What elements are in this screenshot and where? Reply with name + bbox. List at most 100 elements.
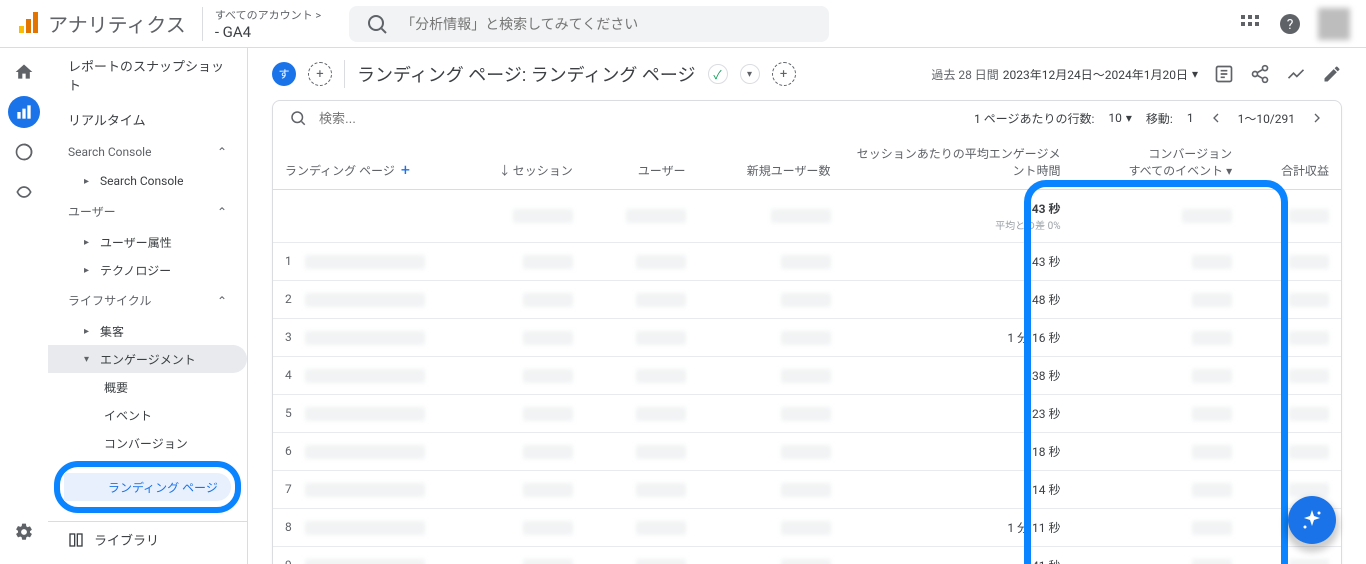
side-nav: レポートのスナップショット リアルタイム Search Console⌃ ▸Se… [48,48,248,564]
nav-snapshot[interactable]: レポートのスナップショット [48,48,247,102]
add-segment-button[interactable]: + [308,62,332,86]
chevron-right-icon[interactable] [1309,110,1325,126]
table-row[interactable]: 8 1 分 11 秒 [273,509,1341,547]
divider [344,60,345,88]
sparkle-icon [1300,508,1324,532]
col-new-users[interactable]: 新規ユーザー数 [698,135,843,190]
insights-fab[interactable] [1288,496,1336,544]
collapse-sidenav[interactable] [48,557,247,564]
app-header: アナリティクス すべてのアカウント > - GA4 ? [0,0,1366,48]
share-icon[interactable] [1250,64,1270,84]
caret-right-icon: ▸ [84,265,94,276]
search-input[interactable] [401,16,813,32]
row-number: 1 [285,254,292,268]
nav-section-lifecycle[interactable]: ライフサイクル⌃ [48,284,247,317]
table-row[interactable]: 9 41 秒 [273,547,1341,564]
chevron-up-icon: ⌃ [217,294,227,308]
title-dropdown[interactable]: ▾ [740,64,760,84]
summary-time: 43 秒平均との差 0% [843,190,1073,243]
col-avg-time[interactable]: セッションあたりの平均エンゲージメント時間 [843,135,1073,190]
col-sessions[interactable]: ↓セッション [453,135,585,190]
reports-icon[interactable] [8,96,40,128]
table-row[interactable]: 4 38 秒 [273,357,1341,395]
date-range-picker[interactable]: 過去 28 日間 2023年12月24日～2024年1月20日 ▾ [931,66,1198,83]
explore-icon[interactable] [8,136,40,168]
add-dimension-icon[interactable]: + [401,160,410,179]
account-selector[interactable]: すべてのアカウント > - GA4 [202,7,333,41]
table-row[interactable]: 3 1 分 16 秒 [273,319,1341,357]
cell-avg-time: 23 秒 [843,395,1073,433]
add-card-button[interactable]: + [772,62,796,86]
segment-chip-all[interactable]: す [272,62,296,86]
nav-section-user[interactable]: ユーザー⌃ [48,195,247,228]
cell-avg-time: 48 秒 [843,281,1073,319]
highlight-ring: ランディング ページ [54,461,241,513]
svg-text:?: ? [1287,17,1294,33]
table-row[interactable]: 5 23 秒 [273,395,1341,433]
table-row[interactable]: 2 48 秒 [273,281,1341,319]
nav-realtime[interactable]: リアルタイム [48,102,247,137]
nav-engagement[interactable]: ▾エンゲージメント [48,345,247,373]
table-row[interactable]: 7 14 秒 [273,471,1341,509]
row-number: 7 [285,482,292,496]
row-number: 6 [285,444,292,458]
search-icon [289,109,307,127]
nav-conversion[interactable]: コンバージョン [48,429,247,457]
help-icon[interactable]: ? [1278,12,1302,36]
summary-row: 43 秒平均との差 0% [273,190,1341,243]
cell-avg-time: 43 秒 [843,243,1073,281]
rows-per-page-select[interactable]: 10▾ [1108,111,1132,125]
chevron-down-icon: ▾ [1226,164,1232,178]
chevron-left-icon[interactable] [1208,110,1224,126]
library-icon [68,532,84,548]
settings-icon[interactable] [8,516,40,548]
advertising-icon[interactable] [8,176,40,208]
nav-events[interactable]: イベント [48,401,247,429]
app-name: アナリティクス [48,9,186,38]
col-revenue[interactable]: 合計収益 [1244,135,1341,190]
table-pagination: 1 ページあたりの行数: 10▾ 移動: 1 1～10/291 [974,110,1325,127]
table-row[interactable]: 1 43 秒 [273,243,1341,281]
caret-right-icon: ▸ [84,237,94,248]
nav-search-console[interactable]: ▸Search Console [48,167,247,195]
row-number: 8 [285,520,292,534]
rows-per-page-label: 1 ページあたりの行数: [974,110,1094,127]
status-check-icon[interactable]: ✓ [708,64,728,84]
main-content: す + ランディング ページ: ランディング ページ ✓ ▾ + 過去 28 日… [248,48,1366,564]
row-number: 4 [285,368,292,382]
col-landing[interactable]: ランディング ページ+ [273,135,453,190]
apps-icon[interactable] [1238,12,1262,36]
nav-user-attr[interactable]: ▸ユーザー属性 [48,228,247,256]
table-row[interactable]: 6 18 秒 [273,433,1341,471]
nav-overview[interactable]: 概要 [48,373,247,401]
insights-icon[interactable] [1286,64,1306,84]
table-body: 43 秒平均との差 0% 1 43 秒 2 48 秒 3 1 分 16 秒 4 [273,190,1341,564]
page-range: 1～10/291 [1238,110,1295,127]
col-conversion[interactable]: コンバージョンすべてのイベント ▾ [1073,135,1245,190]
property-name: - GA4 [215,23,321,41]
customize-icon[interactable] [1214,64,1234,84]
analytics-logo-icon [16,12,40,36]
nav-landing-page[interactable]: ランディング ページ [64,473,231,501]
edit-icon[interactable] [1322,64,1342,84]
account-label: すべてのアカウント > [215,7,321,23]
cell-avg-time: 41 秒 [843,547,1073,564]
chevron-down-icon: ▾ [1126,111,1132,125]
nav-section-search-console[interactable]: Search Console⌃ [48,137,247,167]
page-header: す + ランディング ページ: ランディング ページ ✓ ▾ + 過去 28 日… [248,48,1366,100]
goto-value[interactable]: 1 [1187,111,1194,125]
chevron-up-icon: ⌃ [217,145,227,159]
caret-right-icon: ▸ [84,326,94,337]
nav-library[interactable]: ライブラリ [48,521,247,557]
table-toolbar: 1 ページあたりの行数: 10▾ 移動: 1 1～10/291 [273,101,1341,135]
avatar[interactable] [1318,8,1350,40]
period-label: 過去 28 日間 [931,66,998,83]
caret-down-icon: ▾ [84,354,94,365]
table-search-input[interactable] [319,111,519,126]
nav-acquisition[interactable]: ▸集客 [48,317,247,345]
home-icon[interactable] [8,56,40,88]
nav-technology[interactable]: ▸テクノロジー [48,256,247,284]
col-users[interactable]: ユーザー [585,135,698,190]
search-box[interactable] [349,6,829,42]
date-range-text: 2023年12月24日～2024年1月20日 [1003,66,1188,83]
